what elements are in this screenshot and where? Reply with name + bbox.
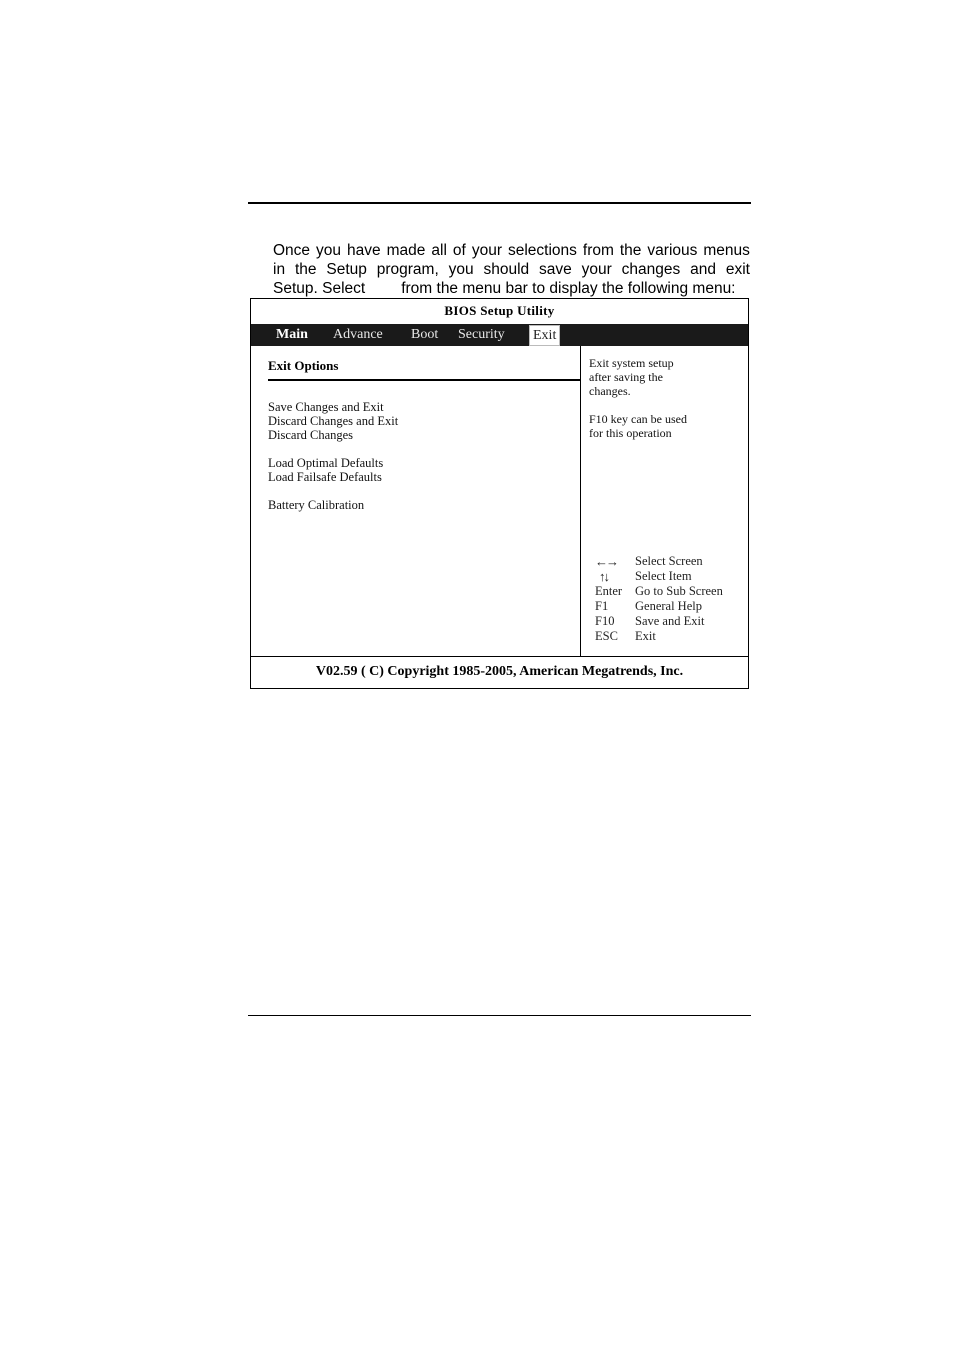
key-label: ESC (595, 629, 618, 643)
intro-word: all (431, 242, 447, 259)
intro-word: Setup (326, 261, 367, 278)
menu-boot[interactable]: Boot (411, 326, 438, 344)
key-hint-desc: Save and Exit (635, 614, 705, 628)
key-label: Enter (595, 584, 623, 598)
help-line: Exit system setup (589, 356, 674, 370)
key-hint-desc: Select Item (635, 569, 692, 583)
intro-word: you (448, 261, 474, 278)
intro-line-3-start: Setup. Select (273, 280, 366, 297)
intro-word: selections (507, 242, 577, 259)
intro-word: of (452, 242, 466, 259)
intro-paragraph: Once you have made all of your selections from th… (273, 241, 750, 298)
intro-line-2: in the Setup program, you should save your chang… (273, 260, 750, 279)
menu-main[interactable]: Main (276, 326, 308, 344)
intro-word: and (690, 261, 716, 278)
key-hint-desc: Go to Sub Screen (635, 584, 723, 598)
option-save-changes-and-exit[interactable]: Save Changes and Exit (268, 400, 384, 415)
option-battery-calibration[interactable]: Battery Calibration (268, 498, 364, 513)
intro-word: have (347, 242, 381, 259)
intro-line-1: Once you have made all of your selections from th… (273, 241, 750, 260)
key-label: F10 (595, 614, 615, 628)
left-right-arrows-icon: ←→ (595, 554, 619, 569)
footer-rule (248, 1015, 751, 1016)
intro-word: menus (703, 242, 750, 259)
help-line: for this operation (589, 426, 672, 440)
intro-word: from (582, 242, 614, 259)
intro-word: various (647, 242, 698, 259)
intro-word: program, (376, 261, 439, 278)
intro-word: Once (273, 242, 311, 259)
key-label: F1 (595, 599, 609, 613)
bios-title: BIOS Setup Utility (444, 303, 555, 318)
intro-word: the (619, 242, 642, 259)
up-down-arrows-icon: ↑↓ (599, 569, 610, 584)
menu-advance[interactable]: Advance (333, 326, 383, 344)
intro-word: changes (621, 261, 681, 278)
header-rule (248, 202, 751, 204)
key-hint-desc: Select Screen (635, 554, 703, 568)
option-discard-changes-and-exit[interactable]: Discard Changes and Exit (268, 414, 398, 429)
bios-menu-bar: Main Advance Boot Security Exit (251, 324, 748, 346)
intro-word: your (471, 242, 502, 259)
bios-screenshot: BIOS Setup Utility Main Advance Boot Sec… (250, 298, 749, 689)
key-hint-desc: Exit (635, 629, 656, 643)
intro-word: you (316, 242, 342, 259)
intro-line-3-end: from the menu bar to display the followi… (401, 280, 736, 297)
intro-word: the (294, 261, 317, 278)
options-pane: Exit Options Save Changes and Exit Disca… (251, 346, 581, 657)
menu-security[interactable]: Security (458, 326, 505, 344)
intro-word: your (581, 261, 612, 278)
intro-word: exit (725, 261, 750, 278)
key-hint-desc: General Help (635, 599, 702, 613)
intro-word: in (273, 261, 286, 278)
intro-line-3: Setup. Select from the menu bar to displa… (273, 279, 750, 298)
help-pane: Exit system setup after saving the chang… (581, 346, 748, 657)
intro-word: should (483, 261, 530, 278)
menu-exit[interactable]: Exit (529, 325, 561, 346)
help-line: F10 key can be used (589, 412, 687, 426)
option-load-failsafe-defaults[interactable]: Load Failsafe Defaults (268, 470, 382, 485)
intro-word: save (539, 261, 572, 278)
bios-copyright-footer: V02.59 ( C) Copyright 1985-2005, America… (251, 656, 748, 688)
section-title: Exit Options (268, 358, 339, 373)
section-divider (268, 379, 580, 381)
help-line: after saving the (589, 370, 663, 384)
option-load-optimal-defaults[interactable]: Load Optimal Defaults (268, 456, 383, 471)
option-discard-changes[interactable]: Discard Changes (268, 428, 353, 443)
help-line: changes. (589, 384, 631, 398)
intro-word: made (386, 242, 426, 259)
